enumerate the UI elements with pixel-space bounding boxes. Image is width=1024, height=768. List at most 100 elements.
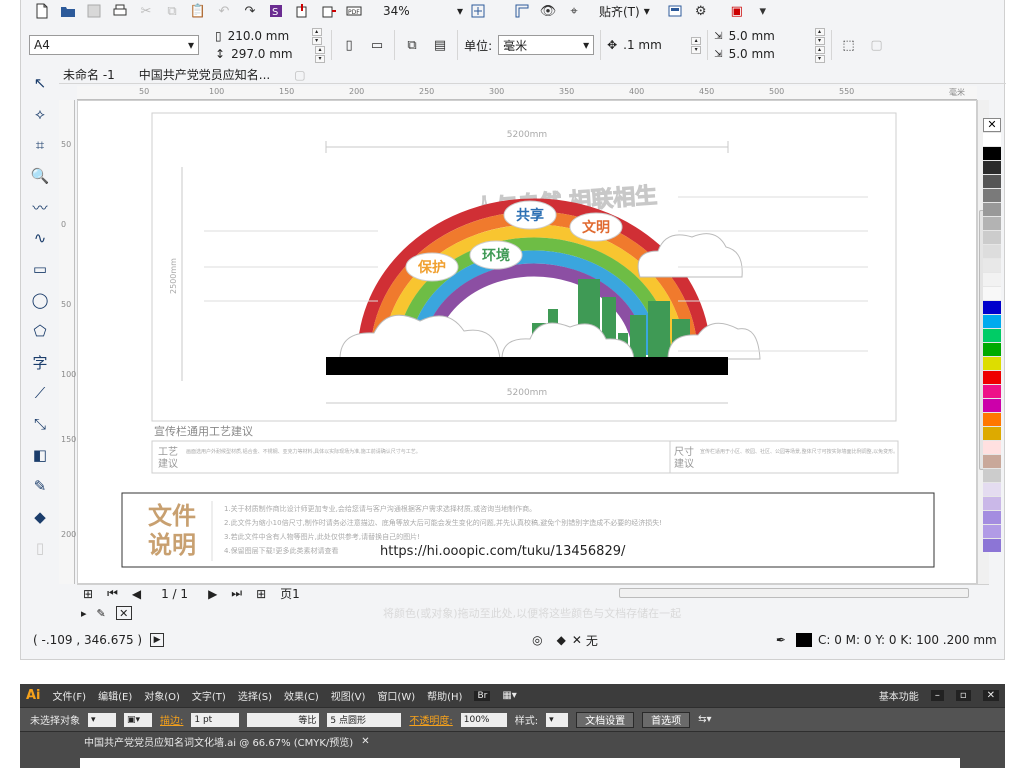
open-folder-icon[interactable] bbox=[57, 1, 79, 21]
new-file-icon[interactable] bbox=[31, 1, 53, 21]
treat-as-filled-icon[interactable]: ⬚ bbox=[838, 35, 860, 55]
workspace-switcher[interactable]: 基本功能 bbox=[879, 688, 919, 703]
nudge-field[interactable]: .1 mm bbox=[623, 38, 685, 52]
color-swatch[interactable] bbox=[983, 356, 1001, 370]
arrange-docs-icon[interactable]: ⇆▾ bbox=[698, 714, 711, 725]
connector-tool-icon[interactable]: ⤡ bbox=[27, 411, 53, 437]
crop-tool-icon[interactable]: ⌗ bbox=[27, 132, 53, 158]
color-swatch[interactable] bbox=[983, 412, 1001, 426]
paste-icon[interactable]: 📋 bbox=[187, 1, 209, 21]
horizontal-ruler[interactable]: 50 100 150 200 250 300 350 400 450 500 5… bbox=[77, 86, 977, 100]
ai-document-tab[interactable]: 中国共产党党员应知名词文化墙.ai @ 66.67% (CMYK/预览) bbox=[84, 734, 353, 749]
color-swatch[interactable] bbox=[983, 342, 1001, 356]
units-select[interactable]: 毫米 ▾ bbox=[498, 35, 595, 55]
rectangle-tool-icon[interactable]: ▭ bbox=[27, 256, 53, 282]
color-swatch[interactable] bbox=[983, 244, 1001, 258]
first-page-icon[interactable]: ⏮ bbox=[107, 586, 118, 601]
color-swatch[interactable] bbox=[983, 202, 1001, 216]
color-swatch[interactable] bbox=[983, 314, 1001, 328]
menu-effect[interactable]: 效果(C) bbox=[284, 688, 319, 703]
shape-tool-icon[interactable]: ⟡ bbox=[27, 101, 53, 127]
landscape-icon[interactable]: ▭ bbox=[366, 35, 388, 55]
fill-bucket-icon[interactable]: ◆ bbox=[557, 633, 566, 647]
brush-select[interactable]: 5 点圆形 bbox=[327, 712, 402, 727]
tab-untitled[interactable]: 未命名 -1 bbox=[63, 66, 115, 83]
color-swatch[interactable] bbox=[983, 188, 1001, 202]
color-swatch[interactable] bbox=[983, 370, 1001, 384]
menu-view[interactable]: 视图(V) bbox=[331, 688, 366, 703]
width-stepper[interactable]: ▴ ▾ bbox=[311, 27, 322, 45]
variable-width-select[interactable]: 等比 bbox=[247, 712, 320, 727]
menu-file[interactable]: 文件(F) bbox=[53, 688, 87, 703]
color-swatch[interactable] bbox=[983, 496, 1001, 510]
page-tab[interactable]: 页1 bbox=[280, 585, 300, 602]
minimize-icon[interactable]: – bbox=[930, 690, 944, 701]
color-swatch[interactable] bbox=[983, 538, 1001, 552]
menu-help[interactable]: 帮助(H) bbox=[427, 688, 462, 703]
eyedropper-icon[interactable]: ✎ bbox=[97, 607, 106, 620]
color-swatch[interactable] bbox=[983, 384, 1001, 398]
dup-x-stepper[interactable]: ▴ ▾ bbox=[814, 27, 825, 45]
save-icon[interactable] bbox=[83, 1, 105, 21]
color-swatch[interactable] bbox=[983, 272, 1001, 286]
ellipse-tool-icon[interactable]: ◯ bbox=[27, 287, 53, 313]
play-icon[interactable]: ▶ bbox=[150, 633, 165, 647]
color-swatch[interactable] bbox=[983, 286, 1001, 300]
cut-icon[interactable]: ✂ bbox=[135, 1, 157, 21]
close-tab-icon[interactable]: ✕ bbox=[361, 736, 369, 747]
zoom-dropdown[interactable]: 34% ▾ bbox=[383, 1, 463, 21]
stroke-swatch[interactable]: ▣▾ bbox=[124, 712, 152, 727]
application-launcher-icon[interactable]: ▣ bbox=[726, 1, 748, 21]
interactive-fill-icon[interactable]: ◆ bbox=[27, 504, 53, 530]
preferences-button[interactable]: 首选项 bbox=[642, 711, 691, 728]
stroke-weight-field[interactable]: 1 pt bbox=[191, 712, 240, 727]
color-swatch[interactable] bbox=[983, 468, 1001, 482]
nudge-stepper[interactable]: ▴ ▾ bbox=[691, 36, 702, 54]
export-icon[interactable] bbox=[317, 1, 339, 21]
color-swatch[interactable] bbox=[983, 328, 1001, 342]
new-tab-icon[interactable]: ▢ bbox=[294, 68, 305, 82]
style-swatch[interactable]: ▾ bbox=[546, 712, 569, 727]
opacity-field[interactable]: 100% bbox=[460, 712, 507, 727]
dimension-tool-icon[interactable]: ⟋ bbox=[27, 380, 53, 406]
color-swatch[interactable] bbox=[983, 440, 1001, 454]
fill-swatch[interactable]: ▾ bbox=[88, 712, 116, 727]
color-swatch[interactable] bbox=[983, 174, 1001, 188]
drawing-canvas[interactable]: 5200mm 2500mm 人与自然 相联相生 保护 环境 共享 文明 5200… bbox=[77, 100, 977, 584]
smart-fill-icon[interactable]: ▯ bbox=[27, 535, 53, 561]
dup-y-stepper[interactable]: ▴ ▾ bbox=[814, 45, 825, 63]
fill-status-icon[interactable]: ◎ bbox=[532, 633, 542, 647]
rulers-icon[interactable] bbox=[511, 1, 533, 21]
snap-objects-icon[interactable]: ▢ bbox=[866, 35, 888, 55]
menu-edit[interactable]: 编辑(E) bbox=[98, 688, 132, 703]
portrait-icon[interactable]: ▯ bbox=[338, 35, 360, 55]
pick-tool-icon[interactable]: ↖ bbox=[27, 70, 53, 96]
copy-icon[interactable]: ⧉ bbox=[161, 1, 183, 21]
chevron-down-icon[interactable]: ▾ bbox=[752, 1, 774, 21]
color-swatch[interactable] bbox=[983, 300, 1001, 314]
undo-icon[interactable]: ↶ bbox=[213, 1, 235, 21]
add-page-after-icon[interactable]: ⊞ bbox=[256, 587, 266, 601]
height-stepper[interactable]: ▴ ▾ bbox=[315, 45, 326, 63]
welcome-screen-icon[interactable] bbox=[664, 1, 686, 21]
search-content-icon[interactable]: S bbox=[265, 1, 287, 21]
all-pages-icon[interactable]: ⧉ bbox=[401, 35, 423, 55]
prev-page-icon[interactable]: ◀ bbox=[132, 587, 141, 601]
pen-icon[interactable]: ✒ bbox=[776, 633, 786, 647]
options-icon[interactable]: ⚙ bbox=[690, 1, 712, 21]
text-tool-icon[interactable]: 字 bbox=[27, 349, 53, 375]
guidelines-icon[interactable]: ⌖ bbox=[563, 1, 585, 21]
zoom-tool-icon[interactable]: 🔍 bbox=[27, 163, 53, 189]
add-page-icon[interactable]: ⊞ bbox=[83, 587, 93, 601]
vertical-ruler[interactable]: 50 0 50 100 150 200 bbox=[59, 100, 76, 584]
current-page-icon[interactable]: ▤ bbox=[429, 35, 451, 55]
color-swatch[interactable] bbox=[983, 482, 1001, 496]
dup-y-field[interactable]: 5.0 mm bbox=[729, 47, 809, 61]
menu-object[interactable]: 对象(O) bbox=[144, 688, 180, 703]
polygon-tool-icon[interactable]: ⬠ bbox=[27, 318, 53, 344]
horizontal-scrollbar[interactable] bbox=[619, 588, 969, 598]
print-icon[interactable] bbox=[109, 1, 131, 21]
arrange-icon[interactable]: ▦▾ bbox=[502, 690, 516, 701]
eyedropper-icon[interactable]: ✎ bbox=[27, 473, 53, 499]
no-fill-icon[interactable]: ✕ bbox=[115, 606, 132, 620]
